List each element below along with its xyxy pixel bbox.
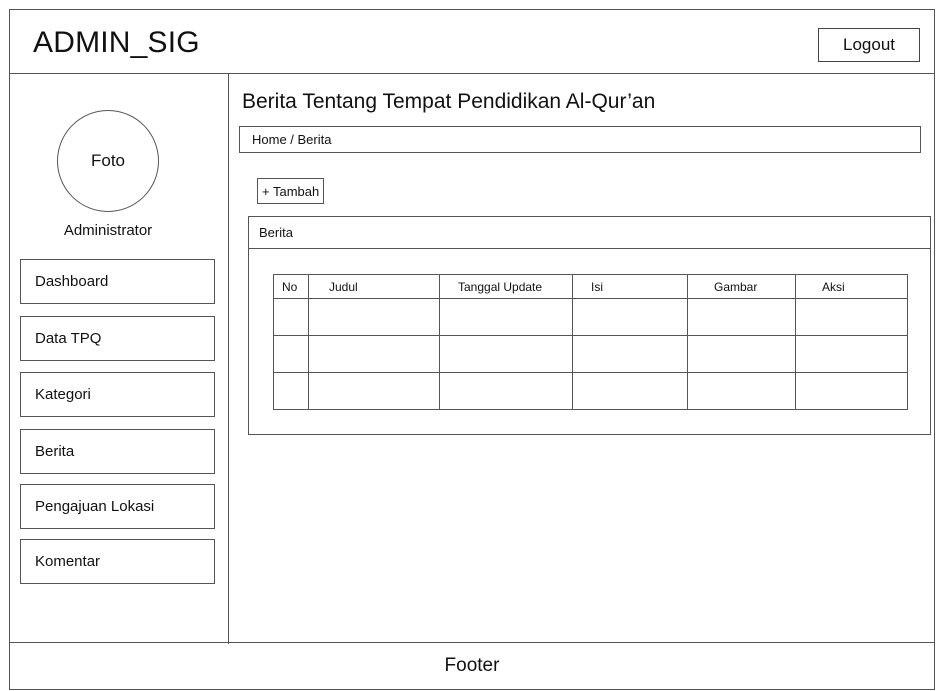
footer: Footer [10,642,934,689]
table-cell [439,298,573,336]
breadcrumb-text: Home / Berita [252,132,332,147]
avatar: Foto [57,110,159,212]
table-cell [572,298,688,336]
table-cell [572,335,688,373]
user-role: Administrator [63,222,153,239]
table-cell [273,335,309,373]
app-title: ADMIN_SIG [33,26,200,59]
footer-label: Footer [444,655,500,676]
table-cell [687,335,796,373]
berita-panel: Berita No Judul Tanggal Update Isi Gamba… [248,216,931,435]
table-cell [687,372,796,410]
sidebar-item-label: Berita [35,443,75,460]
add-button[interactable]: + Tambah [257,178,325,204]
table-cell [572,372,688,410]
sidebar-item-dashboard[interactable]: Dashboard [20,259,215,304]
avatar-label: Foto [90,151,126,170]
table-cell [439,372,573,410]
column-header-isi: Isi [572,274,688,299]
app-frame: ADMIN_SIG Logout Foto Administrator Dash… [9,9,935,690]
table-cell [308,372,440,410]
logout-button[interactable]: Logout [818,28,920,62]
sidebar-item-label: Kategori [35,386,91,403]
column-header-judul: Judul [308,274,440,299]
column-header-tanggal-update: Tanggal Update [439,274,573,299]
sidebar-item-kategori[interactable]: Kategori [20,372,215,417]
column-header-gambar: Gambar [687,274,796,299]
table-row [273,298,908,336]
table-cell [439,335,573,373]
sidebar-item-label: Pengajuan Lokasi [35,498,155,515]
table-row [273,335,908,373]
table-cell [795,335,908,373]
page-title: Berita Tentang Tempat Pendidikan Al-Qur’… [242,90,656,113]
table-cell [273,298,309,336]
table-header-row: No Judul Tanggal Update Isi Gambar Aksi [273,274,908,299]
table-cell [687,298,796,336]
column-header-no: No [273,274,309,299]
panel-title: Berita [249,217,930,249]
table-cell [308,298,440,336]
sidebar-item-data-tpq[interactable]: Data TPQ [20,316,215,361]
table-cell [795,298,908,336]
table-cell [308,335,440,373]
berita-table: No Judul Tanggal Update Isi Gambar Aksi [273,274,908,410]
table-cell [273,372,309,410]
table-cell [795,372,908,410]
sidebar-item-komentar[interactable]: Komentar [20,539,215,584]
sidebar-item-label: Dashboard [35,273,109,290]
sidebar-item-berita[interactable]: Berita [20,429,215,474]
sidebar: Foto Administrator Dashboard Data TPQ Ka… [10,73,229,644]
column-header-aksi: Aksi [795,274,908,299]
sidebar-item-label: Komentar [35,553,101,570]
main-content: Berita Tentang Tempat Pendidikan Al-Qur’… [229,73,934,644]
sidebar-item-pengajuan-lokasi[interactable]: Pengajuan Lokasi [20,484,215,529]
breadcrumb: Home / Berita [239,126,921,153]
header: ADMIN_SIG Logout [10,10,934,74]
sidebar-item-label: Data TPQ [35,330,102,347]
table-row [273,372,908,410]
